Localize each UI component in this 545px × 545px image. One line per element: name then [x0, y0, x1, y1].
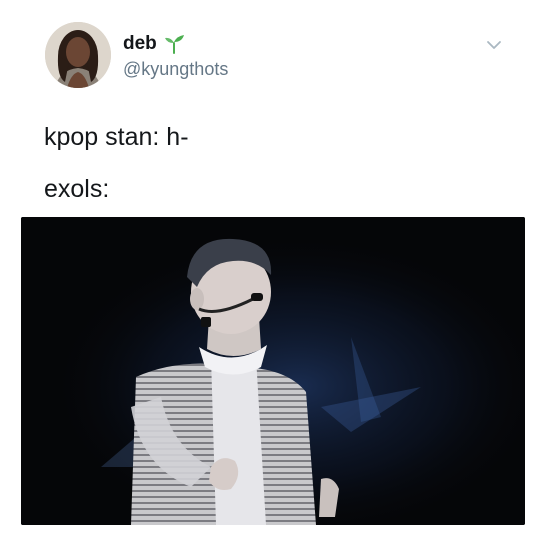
tweet-text-line: kpop stan: h-: [44, 123, 189, 151]
tweet-media[interactable]: [21, 217, 525, 525]
concert-performer-photo: [21, 217, 525, 525]
tweet-text-line: exols:: [44, 175, 110, 203]
author-name-row: deb: [123, 34, 185, 54]
avatar-photo: [45, 22, 111, 88]
chevron-down-icon[interactable]: [485, 38, 503, 52]
tweet-card: deb @kyungthots kpop stan: h- exols:: [0, 0, 545, 545]
author-display-name[interactable]: deb: [123, 34, 157, 54]
sprout-icon: [163, 34, 185, 54]
author-handle[interactable]: @kyungthots: [123, 59, 228, 79]
avatar[interactable]: [45, 22, 111, 88]
